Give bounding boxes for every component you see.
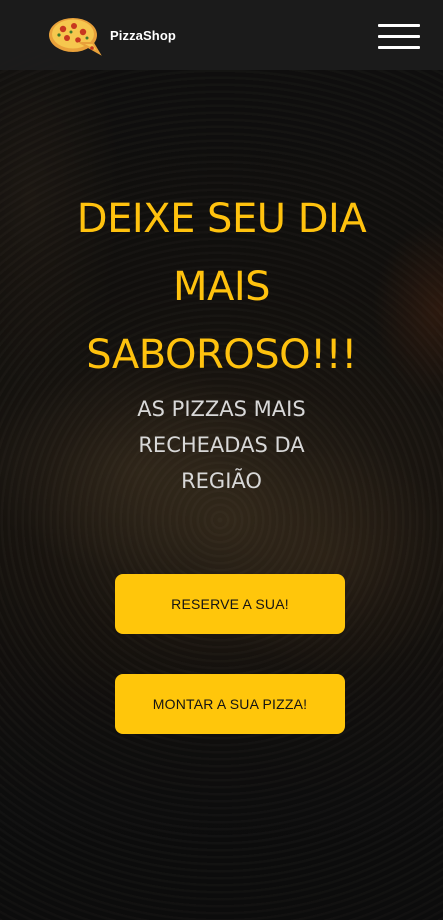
menu-bar (378, 46, 420, 49)
hero-title-line: DEIXE SEU DIA (76, 196, 367, 242)
hamburger-menu-icon[interactable] (378, 24, 420, 50)
hero-subtitle-line: AS PIZZAS MAIS (137, 397, 306, 421)
hero-subtitle: AS PIZZAS MAIS RECHEADAS DA REGIÃO (122, 391, 322, 499)
navbar: PizzaShop (0, 0, 443, 70)
hero-subtitle-line: RECHEADAS DA (138, 433, 305, 457)
build-pizza-button[interactable]: MONTAR A SUA PIZZA! (115, 674, 345, 734)
reserve-button[interactable]: RESERVE A SUA! (115, 574, 345, 634)
menu-bar (378, 35, 420, 38)
brand-name[interactable]: PizzaShop (110, 28, 176, 43)
hero-title: DEIXE SEU DIA MAIS SABOROSO!!! (52, 185, 392, 389)
hero-section: DEIXE SEU DIA MAIS SABOROSO!!! AS PIZZAS… (0, 185, 443, 499)
hero-title-line: MAIS (172, 264, 271, 310)
menu-bar (378, 24, 420, 27)
hero-subtitle-line: REGIÃO (181, 469, 262, 493)
hero-title-line: SABOROSO!!! (86, 332, 357, 378)
pizza-logo-icon[interactable] (47, 13, 103, 59)
